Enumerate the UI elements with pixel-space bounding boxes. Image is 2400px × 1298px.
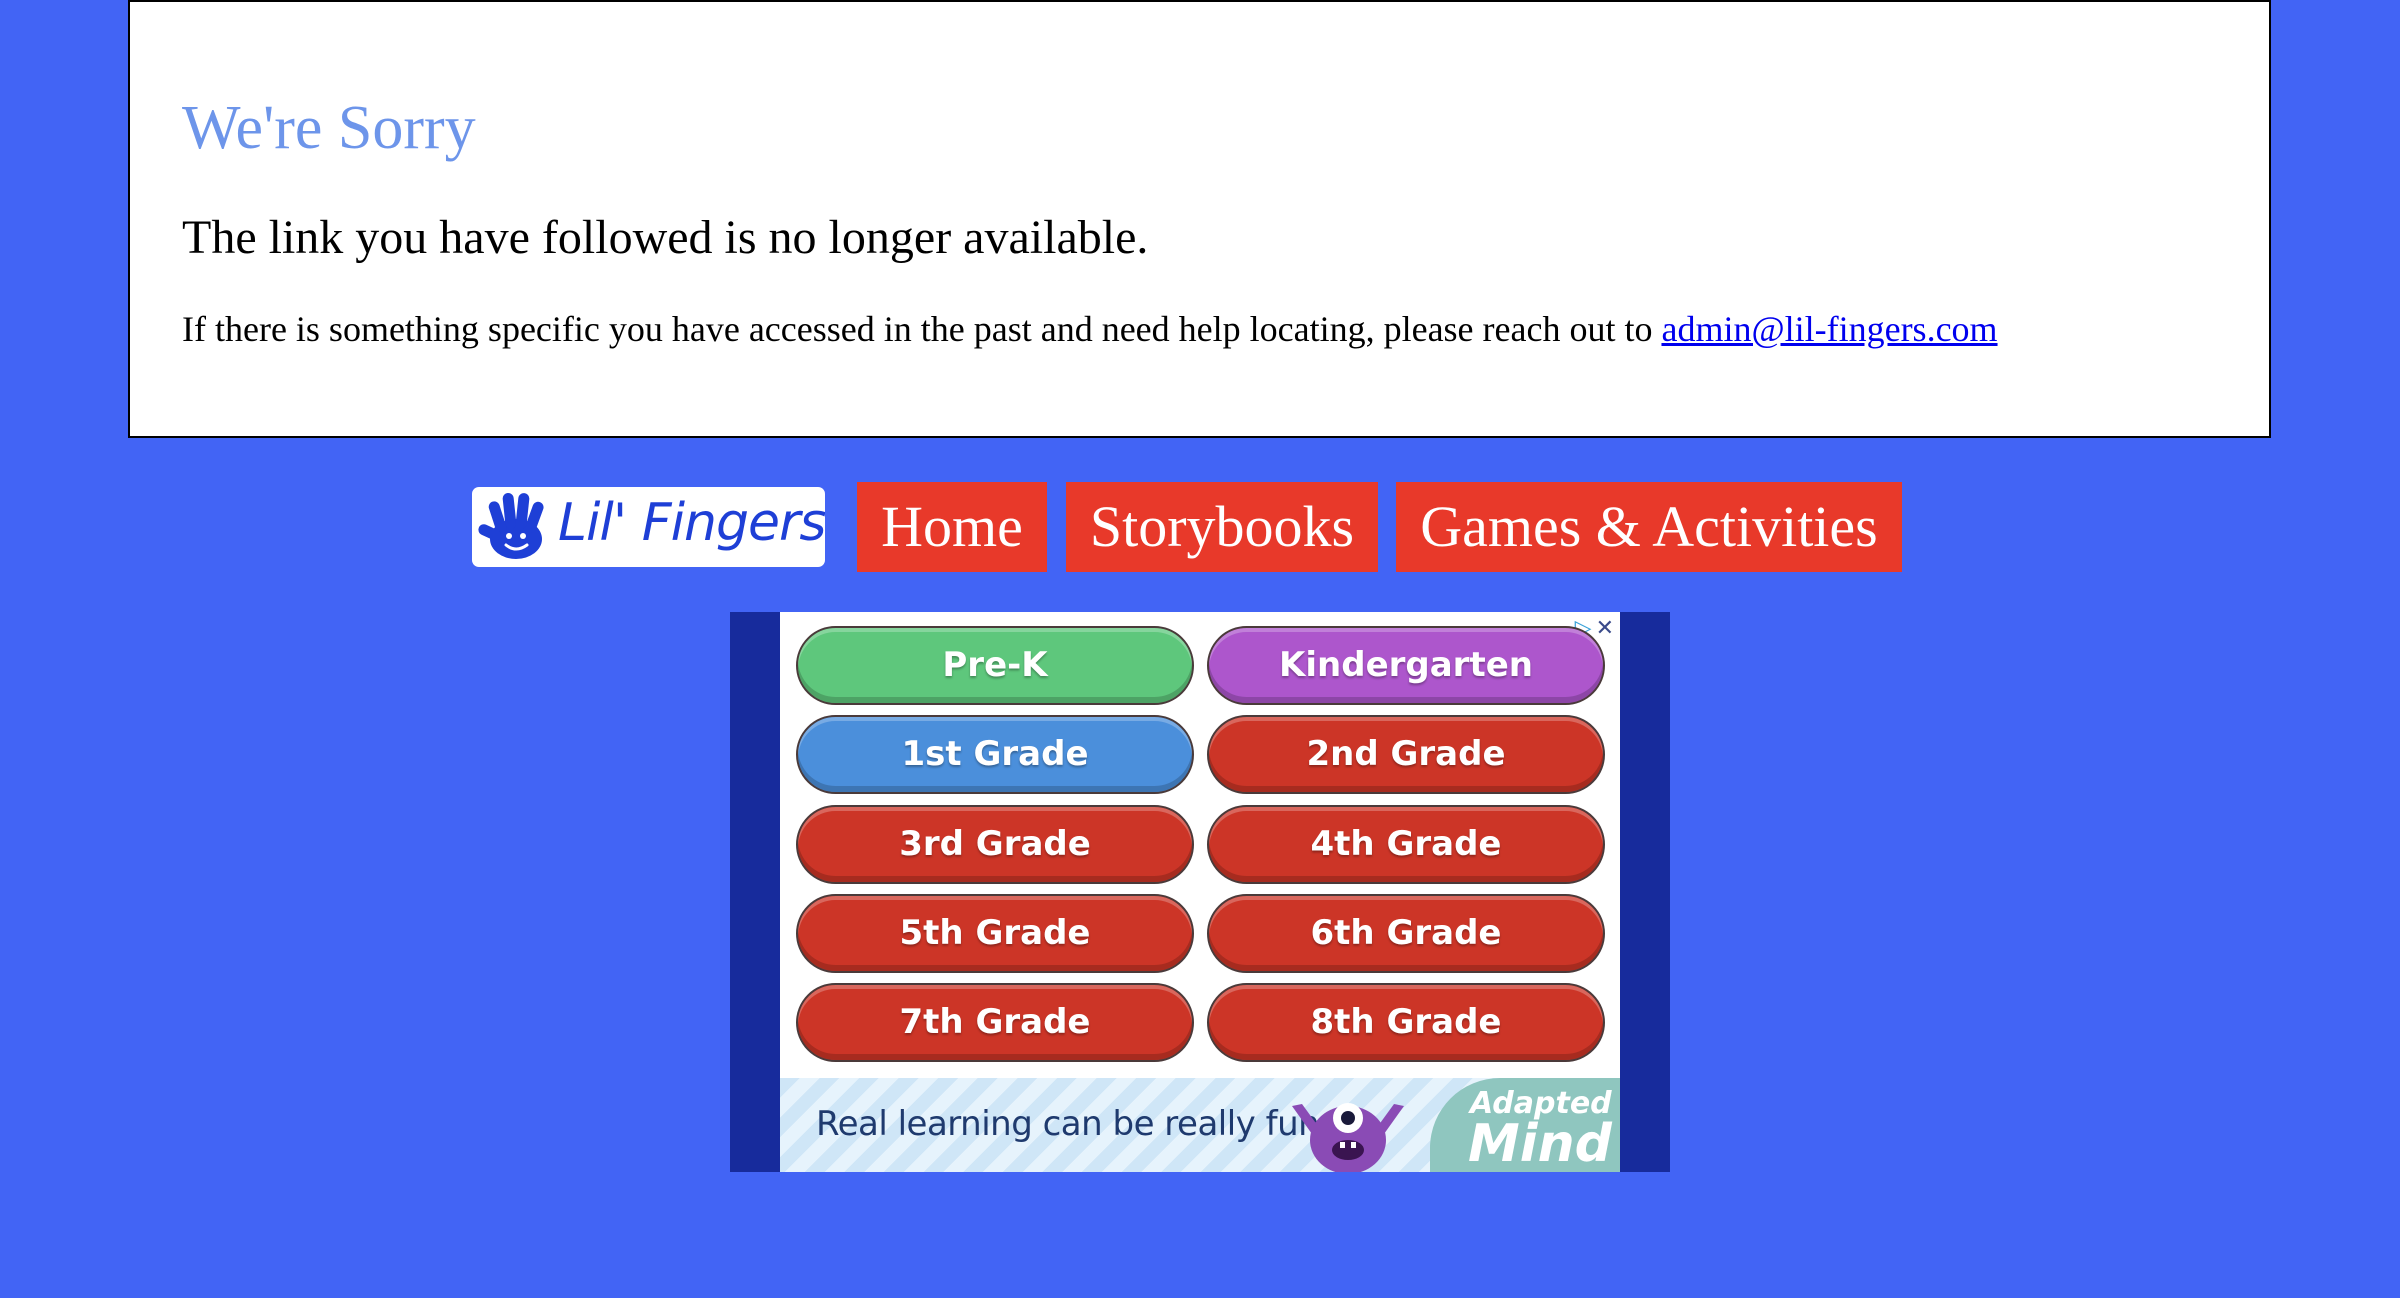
grade-button-3rd[interactable]: 3rd Grade	[796, 805, 1194, 884]
grade-button-5th[interactable]: 5th Grade	[796, 894, 1194, 973]
grade-button-4th[interactable]: 4th Grade	[1207, 805, 1605, 884]
advertisement: ▷ ✕ Pre-K Kindergarten 1st Grade 2nd Grad…	[730, 612, 1670, 1172]
ad-close-icon[interactable]: ✕	[1596, 616, 1614, 641]
grade-button-kindergarten[interactable]: Kindergarten	[1207, 626, 1605, 705]
logo-text: Lil' Fingers	[558, 493, 825, 553]
nav-storybooks-button[interactable]: Storybooks	[1066, 482, 1378, 572]
ad-brand-mind: Mind	[1468, 1114, 1612, 1172]
monster-mascot-icon	[1292, 1103, 1404, 1172]
nav-home-button[interactable]: Home	[857, 482, 1047, 572]
error-message: The link you have followed is no longer …	[182, 211, 1149, 264]
ad-content[interactable]: ▷ ✕ Pre-K Kindergarten 1st Grade 2nd Grad…	[780, 612, 1620, 1172]
grade-button-6th[interactable]: 6th Grade	[1207, 894, 1605, 973]
help-text-body: If there is something specific you have …	[182, 309, 1662, 349]
page-title: We're Sorry	[182, 94, 476, 162]
help-text: If there is something specific you have …	[182, 309, 1998, 350]
nav-games-activities-button[interactable]: Games & Activities	[1396, 482, 1902, 572]
ad-tagline: Real learning can be really fun	[816, 1104, 1320, 1144]
ad-banner[interactable]: Real learning can be really fun Adapted …	[780, 1078, 1620, 1172]
error-panel: We're Sorry The link you have followed i…	[128, 0, 2271, 438]
grade-button-7th[interactable]: 7th Grade	[796, 983, 1194, 1062]
grade-button-1st[interactable]: 1st Grade	[796, 715, 1194, 794]
lil-fingers-logo[interactable]: Lil' Fingers	[472, 487, 825, 567]
grade-button-pre-k[interactable]: Pre-K	[796, 626, 1194, 705]
hand-icon	[478, 493, 544, 559]
grade-button-2nd[interactable]: 2nd Grade	[1207, 715, 1605, 794]
admin-email-link[interactable]: admin@lil-fingers.com	[1661, 309, 1997, 349]
grade-button-8th[interactable]: 8th Grade	[1207, 983, 1605, 1062]
